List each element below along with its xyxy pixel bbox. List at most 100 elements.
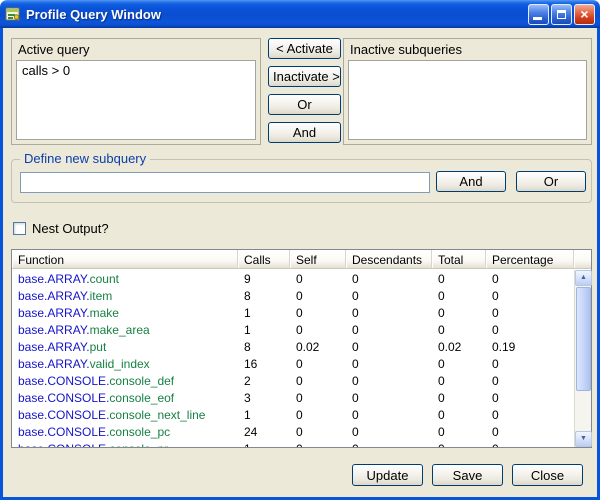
total-cell: 0 [432,407,486,424]
calls-cell: 1 [238,407,290,424]
percentage-cell: 0 [486,373,574,390]
column-header-self[interactable]: Self [290,250,346,268]
window-controls: × [528,4,595,25]
scroll-down-button[interactable]: ▼ [575,431,592,447]
inactivate-button[interactable]: Inactivate > [268,66,341,87]
column-header-function[interactable]: Function [12,250,238,268]
table-row[interactable]: base.ARRAY.item 8 0 0 0 0 [12,288,574,305]
function-cell: base.CONSOLE.console_def [12,373,238,390]
define-subquery-group: Define new subquery And Or [11,159,592,203]
table-row[interactable]: base.CONSOLE.console_pr 1 0 0 0 0 [12,441,574,447]
self-cell: 0 [290,288,346,305]
self-cell: 0 [290,356,346,373]
app-icon [5,6,21,22]
self-cell: 0 [290,271,346,288]
calls-cell: 24 [238,424,290,441]
and-button[interactable]: And [268,122,341,143]
function-cell: base.CONSOLE.console_pc [12,424,238,441]
calls-cell: 2 [238,373,290,390]
close-dialog-button[interactable]: Close [512,464,583,486]
calls-cell: 9 [238,271,290,288]
self-cell: 0 [290,441,346,447]
update-button[interactable]: Update [352,464,423,486]
function-cell: base.ARRAY.item [12,288,238,305]
table-row[interactable]: base.CONSOLE.console_def 2 0 0 0 0 [12,373,574,390]
percentage-cell: 0 [486,424,574,441]
calls-cell: 1 [238,441,290,447]
subquery-input[interactable] [20,172,430,193]
column-header-total[interactable]: Total [432,250,486,268]
percentage-cell: 0 [486,305,574,322]
nest-output-row: Nest Output? [13,221,109,236]
self-cell: 0 [290,407,346,424]
table-row[interactable]: base.CONSOLE.console_eof 3 0 0 0 0 [12,390,574,407]
table-body[interactable]: base.ARRAY.count 9 0 0 0 0 base.ARRAY.it… [12,270,574,447]
total-cell: 0 [432,288,486,305]
calls-cell: 8 [238,339,290,356]
descendants-cell: 0 [346,322,432,339]
calls-cell: 1 [238,322,290,339]
percentage-cell: 0 [486,407,574,424]
profile-query-window: Profile Query Window × Active query call… [0,0,600,500]
table-header: Function Calls Self Descendants Total Pe… [12,250,591,269]
close-button[interactable]: × [574,4,595,25]
total-cell: 0 [432,373,486,390]
subquery-and-button[interactable]: And [436,171,506,192]
save-button[interactable]: Save [432,464,503,486]
column-header-calls[interactable]: Calls [238,250,290,268]
function-cell: base.CONSOLE.console_next_line [12,407,238,424]
subquery-or-button[interactable]: Or [516,171,586,192]
total-cell: 0 [432,322,486,339]
percentage-cell: 0 [486,322,574,339]
inactive-subqueries-panel: Inactive subqueries [343,38,592,145]
nest-output-checkbox[interactable] [13,222,26,235]
activate-button[interactable]: < Activate [268,38,341,59]
descendants-cell: 0 [346,407,432,424]
descendants-cell: 0 [346,441,432,447]
minimize-button[interactable] [528,4,549,25]
title-bar[interactable]: Profile Query Window × [0,0,600,28]
descendants-cell: 0 [346,373,432,390]
results-table: Function Calls Self Descendants Total Pe… [11,249,592,448]
self-cell: 0 [290,390,346,407]
column-header-descendants[interactable]: Descendants [346,250,432,268]
total-cell: 0.02 [432,339,486,356]
column-header-stub [574,250,591,268]
total-cell: 0 [432,390,486,407]
column-header-percentage[interactable]: Percentage [486,250,574,268]
or-button[interactable]: Or [268,94,341,115]
active-query-panel: Active query calls > 0 [11,38,261,145]
function-cell: base.ARRAY.count [12,271,238,288]
close-icon: × [575,5,594,24]
self-cell: 0.02 [290,339,346,356]
function-cell: base.ARRAY.put [12,339,238,356]
self-cell: 0 [290,305,346,322]
scrollbar-thumb[interactable] [576,287,591,391]
table-row[interactable]: base.ARRAY.make_area 1 0 0 0 0 [12,322,574,339]
percentage-cell: 0 [486,356,574,373]
descendants-cell: 0 [346,390,432,407]
self-cell: 0 [290,322,346,339]
active-query-list[interactable]: calls > 0 [16,60,256,140]
window-body: Active query calls > 0 < Activate Inacti… [0,28,600,500]
total-cell: 0 [432,356,486,373]
table-row[interactable]: base.CONSOLE.console_pc 24 0 0 0 0 [12,424,574,441]
maximize-button[interactable] [551,4,572,25]
table-row[interactable]: base.ARRAY.make 1 0 0 0 0 [12,305,574,322]
calls-cell: 16 [238,356,290,373]
active-query-item[interactable]: calls > 0 [17,61,255,80]
vertical-scrollbar[interactable]: ▲ ▼ [574,270,591,447]
calls-cell: 1 [238,305,290,322]
minimize-icon [533,17,542,20]
scroll-up-button[interactable]: ▲ [575,270,592,286]
table-row[interactable]: base.CONSOLE.console_next_line 1 0 0 0 0 [12,407,574,424]
function-cell: base.CONSOLE.console_eof [12,390,238,407]
table-row[interactable]: base.ARRAY.count 9 0 0 0 0 [12,271,574,288]
function-cell: base.ARRAY.valid_index [12,356,238,373]
descendants-cell: 0 [346,271,432,288]
inactive-subqueries-list[interactable] [348,60,587,140]
table-row[interactable]: base.ARRAY.valid_index 16 0 0 0 0 [12,356,574,373]
table-row[interactable]: base.ARRAY.put 8 0.02 0 0.02 0.19 [12,339,574,356]
descendants-cell: 0 [346,356,432,373]
total-cell: 0 [432,271,486,288]
